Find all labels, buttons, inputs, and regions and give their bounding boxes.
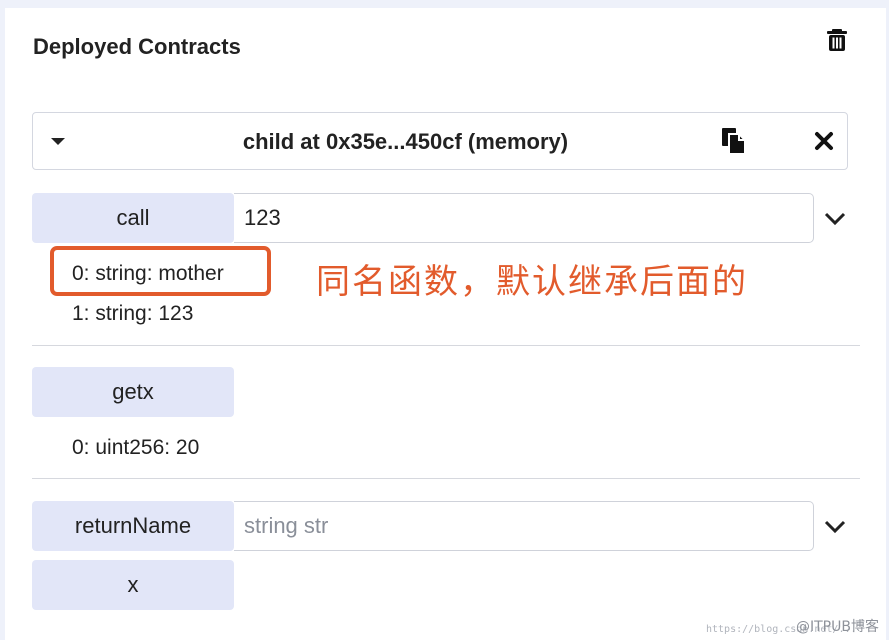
returnName-input[interactable] [234, 501, 814, 551]
left-border [0, 8, 5, 640]
contract-instance-title: child at 0x35e...450cf (memory) [242, 129, 569, 154]
getx-button[interactable]: getx [32, 367, 234, 417]
x-button[interactable]: x [32, 560, 234, 610]
copy-icon[interactable] [721, 127, 747, 155]
chevron-down-icon[interactable] [824, 212, 846, 226]
getx-output-0: 0: uint256: 20 [72, 436, 200, 459]
divider [32, 345, 860, 346]
call-button[interactable]: call [32, 193, 234, 243]
top-strip [0, 0, 889, 8]
watermark-brand: @ITPUB博客 [796, 619, 879, 635]
chevron-down-icon[interactable] [824, 520, 846, 534]
section-title: Deployed Contracts [33, 34, 241, 59]
highlight-box [50, 246, 271, 296]
contract-instance-header: child at 0x35e...450cf (memory) [32, 112, 848, 170]
annotation-text: 同名函数，默认继承后面的 [316, 262, 748, 302]
trash-icon[interactable] [826, 28, 848, 52]
divider [32, 478, 860, 479]
returnName-button[interactable]: returnName [32, 501, 234, 551]
close-icon[interactable] [813, 130, 835, 152]
call-input[interactable] [234, 193, 814, 243]
call-output-1: 1: string: 123 [72, 302, 194, 325]
